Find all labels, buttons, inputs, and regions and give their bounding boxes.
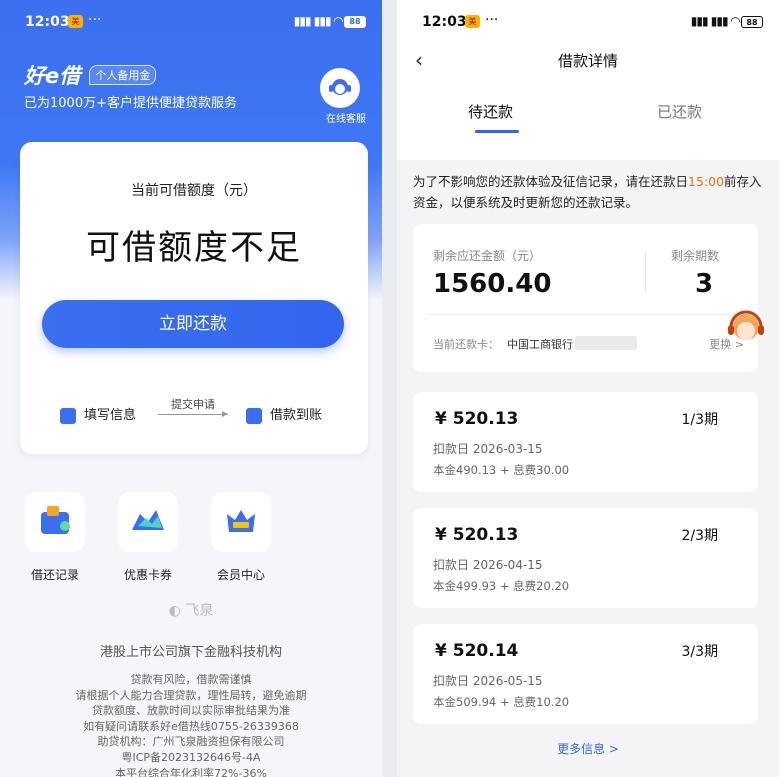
notice-time: 15:00 — [688, 174, 725, 189]
floating-service-icon[interactable] — [722, 305, 770, 353]
feature-coupons[interactable]: 优惠卡券 — [115, 492, 181, 583]
disclaimer-line: 贷款额度、放款时间以实际审批结果为准 — [92, 704, 290, 718]
tab-repaid[interactable]: 已还款 — [657, 101, 702, 122]
wallet-icon — [25, 492, 85, 552]
disclaimer-line: 本平台综合年化利率72%-36% — [115, 766, 267, 777]
card-number-mask — [575, 336, 637, 350]
coupon-icon — [118, 492, 178, 552]
installment-detail: 本金490.13 + 息费30.00 — [433, 463, 570, 477]
installment-date: 扣款日 2026-05-15 — [433, 674, 543, 688]
disclaimer-line: 贷款有风险，借款需谨慎 — [130, 673, 252, 686]
battery-icon: 88 — [741, 16, 763, 28]
tab-indicator — [475, 130, 519, 133]
slogan: 已为1000万+客户提供便捷贷款服务 — [24, 96, 237, 111]
partner-name: 飞泉 — [185, 603, 214, 619]
step-fill-info: 填写信息 — [60, 404, 136, 424]
installment-date: 扣款日 2026-03-15 — [433, 442, 543, 456]
partner-logo: ◐ 飞泉 — [0, 600, 382, 620]
right-screen: 12:03 美 ··· ▮▮▮ ▮▮▮ ◠ 88 ‹ 借款详情 待还款 已还款 … — [397, 0, 779, 777]
loan-steps: 填写信息 提交申请 借款到账 — [20, 398, 368, 428]
step-loan-arrival: 借款到账 — [246, 404, 322, 424]
step-submit-label: 提交申请 — [171, 398, 215, 411]
status-bar: 12:03 美 ··· ▮▮▮ ▮▮▮ ◠ 88 — [397, 0, 779, 44]
disclaimer-line: 粤ICP备2023132646号-4A — [121, 750, 261, 764]
app-badge-icon: 美 — [465, 15, 480, 28]
divider — [645, 252, 646, 292]
feature-label: 会员中心 — [216, 568, 265, 582]
crown-icon — [211, 492, 271, 552]
app-badge-icon: 美 — [68, 15, 83, 28]
installment-card[interactable]: ¥ 520.14 3/3期 扣款日 2026-05-15 本金509.94 + … — [413, 624, 758, 724]
remaining-amount-value: 1560.40 — [433, 269, 552, 299]
installment-card[interactable]: ¥ 520.13 1/3期 扣款日 2026-03-15 本金490.13 + … — [413, 392, 758, 492]
disclaimer-line: 助贷机构：广州飞泉融资担保有限公司 — [97, 735, 285, 749]
repay-now-button[interactable]: 立即还款 — [42, 300, 344, 348]
repay-card-bank: 中国工商银行 — [507, 338, 573, 351]
installment-period: 3/3期 — [681, 644, 718, 660]
installment-date: 扣款日 2026-04-15 — [433, 558, 543, 572]
disclaimer-line: 如有疑问请联系好e借热线0755-26339368 — [83, 719, 299, 733]
summary-card: 剩余应还金额（元） 1560.40 剩余期数 3 当前还款卡： 中国工商银行 更… — [413, 224, 758, 372]
installment-amount: ¥ 520.14 — [435, 641, 519, 661]
tab-pending[interactable]: 待还款 — [468, 101, 513, 122]
quota-label: 当前可借额度（元） — [131, 183, 257, 199]
logo-text: 好e借 — [24, 64, 81, 88]
installment-period: 2/3期 — [681, 528, 718, 544]
logo-tag: 个人备用金 — [89, 65, 157, 85]
status-bar: 12:03 美 ··· ▮▮▮ ▮▮▮ ◠ 88 — [0, 0, 382, 44]
signal-icon: ▮▮▮ ▮▮▮ ◠ — [293, 14, 343, 28]
repay-card-label: 当前还款卡： — [433, 338, 499, 351]
status-time: 12:03 — [25, 14, 70, 30]
installment-detail: 本金509.94 + 息费10.20 — [433, 695, 570, 709]
installment-card[interactable]: ¥ 520.13 2/3期 扣款日 2026-04-15 本金499.93 + … — [413, 508, 758, 608]
remaining-periods-label: 剩余期数 — [671, 249, 720, 263]
page-title: 借款详情 — [557, 52, 618, 70]
installment-detail: 本金499.93 + 息费20.20 — [433, 579, 570, 593]
feature-loan-records[interactable]: 借还记录 — [22, 492, 88, 583]
installment-period: 1/3期 — [681, 412, 718, 428]
installment-amount: ¥ 520.13 — [435, 525, 519, 545]
status-time: 12:03 — [422, 14, 467, 30]
nav-bar: ‹ 借款详情 — [397, 44, 779, 78]
money-icon — [246, 407, 262, 424]
step-fill-info-label: 填写信息 — [84, 408, 137, 423]
divider — [427, 314, 745, 315]
feature-label: 借还记录 — [30, 568, 79, 582]
disclaimer-line: 请根据个人能力合理贷款，理性局转，避免逾期 — [75, 688, 307, 702]
form-icon — [60, 407, 76, 424]
quota-card: 当前可借额度（元） 可借额度不足 立即还款 填写信息 提交申请 借款到账 — [20, 142, 368, 454]
battery-icon: 88 — [344, 16, 366, 28]
brand-logo: 好e借 个人备用金 — [24, 60, 157, 88]
feature-member-center[interactable]: 会员中心 — [208, 492, 274, 583]
feature-grid: 借还记录 优惠卡券 会员中心 — [0, 492, 382, 588]
step-loan-arrival-label: 借款到账 — [270, 408, 323, 423]
listed-company-text: 港股上市公司旗下金融科技机构 — [99, 645, 282, 660]
feature-label: 优惠卡券 — [123, 568, 172, 582]
more-dots: ··· — [88, 12, 102, 28]
customer-service-label: 在线客服 — [326, 114, 366, 125]
remaining-periods-value: 3 — [695, 269, 714, 299]
notice-pre: 为了不影响您的还款体验及征信记录，请在还款日 — [413, 174, 689, 189]
more-info-link[interactable]: 更多信息 > — [397, 740, 779, 757]
customer-service-button[interactable] — [320, 68, 360, 108]
left-screen: 12:03 美 ··· ▮▮▮ ▮▮▮ ◠ 88 好e借 个人备用金 已为100… — [0, 0, 382, 777]
partner-logo-icon: ◐ — [168, 603, 186, 619]
notice-text: 为了不影响您的还款体验及征信记录，请在还款日15:00前存入资金，以便系统及时更… — [413, 171, 763, 213]
remaining-amount-label: 剩余应还金额（元） — [433, 249, 542, 263]
disclaimer: 贷款有风险，借款需谨慎 请根据个人能力合理贷款，理性局转，避免逾期 贷款额度、放… — [0, 672, 382, 777]
quota-value: 可借额度不足 — [86, 228, 302, 268]
headset-icon — [329, 79, 351, 95]
more-dots: ··· — [485, 12, 499, 28]
arrow-right-icon — [158, 411, 228, 417]
signal-icon: ▮▮▮ ▮▮▮ ◠ — [690, 14, 740, 28]
installment-amount: ¥ 520.13 — [435, 409, 519, 429]
